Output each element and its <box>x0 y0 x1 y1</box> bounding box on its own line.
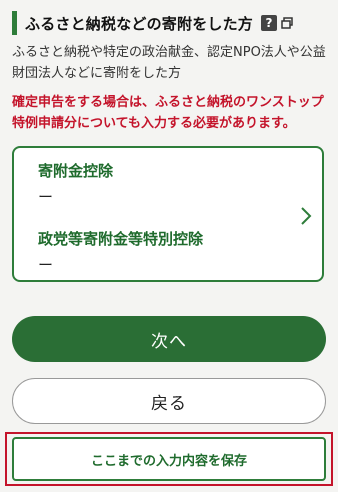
donation-deduction-value: ー <box>38 188 54 206</box>
header-accent-bar <box>12 11 17 35</box>
page-title: ふるさと納税などの寄附をした方 <box>25 14 254 33</box>
description-text: ふるさと納税や特定の政治献金、認定NPO法人や公益財団法人などに寄附をした方 <box>12 45 326 81</box>
notice-text: 確定申告をする場合は、ふるさと納税のワンストップ特例申請分についても入力する必要… <box>12 95 324 131</box>
party-donation-deduction-label: 政党等寄附金等特別控除 <box>38 230 204 248</box>
section-header: ふるさと納税などの寄附をした方 ? <box>12 8 332 38</box>
help-icon[interactable]: ? <box>261 15 278 31</box>
deduction-card[interactable]: 寄附金控除 ー 政党等寄附金等特別控除 ー <box>12 146 324 282</box>
open-window-icon[interactable] <box>281 17 293 29</box>
next-button[interactable]: 次へ <box>12 316 326 362</box>
chevron-right-icon <box>301 207 312 225</box>
back-button[interactable]: 戻る <box>12 378 326 424</box>
save-progress-button[interactable]: ここまでの入力内容を保存 <box>12 437 326 481</box>
party-donation-deduction-value: ー <box>38 256 54 274</box>
donation-deduction-label: 寄附金控除 <box>38 162 114 180</box>
